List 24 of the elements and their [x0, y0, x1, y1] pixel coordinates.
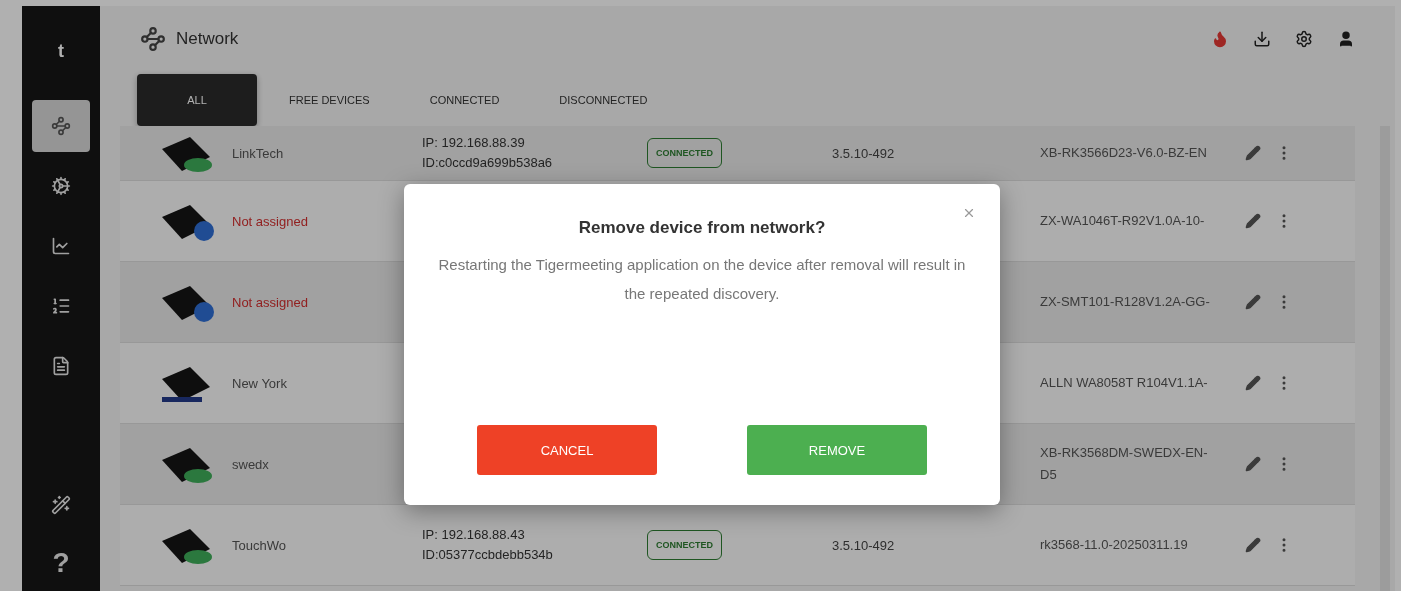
device-id: ID:05377ccbdebb534b: [422, 546, 554, 564]
firmware-version: XB-RK3566D23-V6.0-BZ-EN: [1040, 144, 1208, 162]
device-name: TouchWo: [232, 537, 287, 553]
app-version: 3.5.10-492: [832, 145, 896, 161]
firmware-version: rk3568-11.0-20250311.19: [1040, 536, 1189, 554]
firmware-version: XB-RK3568DM-SWEDX-EN-D5: [1040, 444, 1209, 484]
page-title: Network: [176, 29, 240, 49]
ip-address: IP: 192.168.88.43: [422, 526, 526, 544]
ip-address: IP: 192.168.88.39: [422, 134, 526, 152]
firmware-version: ZX-WA1046T-R92V1.0A-10-: [1040, 212, 1206, 230]
status-badge: CONNECTED: [647, 530, 722, 560]
device-name: LinkTech: [232, 145, 285, 161]
firmware-version: ZX-SMT101-R128V1.2A-GG-: [1040, 293, 1210, 311]
app-version: 3.5.10-492: [832, 537, 896, 553]
firmware-version: ALLN WA8058T R104V1.1A-: [1040, 374, 1209, 392]
dialog-message: Restarting the Tigermeeting application on the device after removal will result in the repeated discovery.: [437, 255, 967, 304]
device-name: Not assigned: [232, 213, 309, 229]
app-logo: t: [58, 39, 64, 63]
dialog-title: Remove device from network?: [578, 218, 826, 238]
device-name: swedx: [232, 456, 270, 472]
status-badge: CONNECTED: [647, 138, 722, 168]
device-name: Not assigned: [232, 294, 309, 310]
device-name: New York: [232, 375, 288, 391]
device-id: ID:c0ccd9a699b538a6: [422, 154, 554, 172]
